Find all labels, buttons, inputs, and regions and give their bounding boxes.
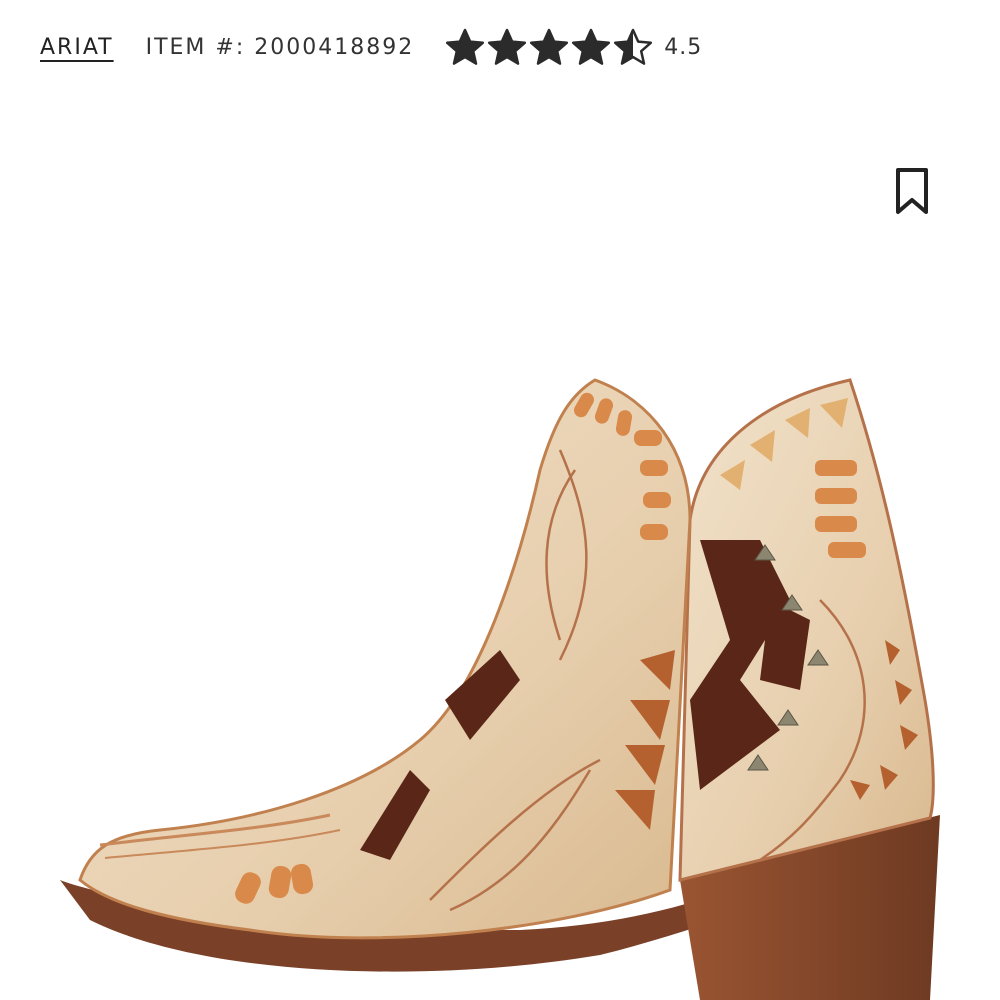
item-number: ITEM #: 2000418892 xyxy=(145,34,415,60)
star-icon-full xyxy=(530,28,569,65)
star-icon-half xyxy=(614,28,653,65)
star-icon-full xyxy=(446,28,485,65)
rating-value: 4.5 xyxy=(664,34,703,60)
brand-link[interactable]: ARIAT xyxy=(40,35,114,60)
product-image xyxy=(60,378,940,1000)
bookmark-icon[interactable] xyxy=(892,166,932,216)
star-icon-full xyxy=(572,28,611,65)
star-icon-full xyxy=(488,28,527,65)
rating[interactable]: 4.5 xyxy=(446,28,702,66)
product-header: ARIAT ITEM #: 2000418892 4.5 xyxy=(40,22,702,72)
rating-stars xyxy=(446,28,656,66)
